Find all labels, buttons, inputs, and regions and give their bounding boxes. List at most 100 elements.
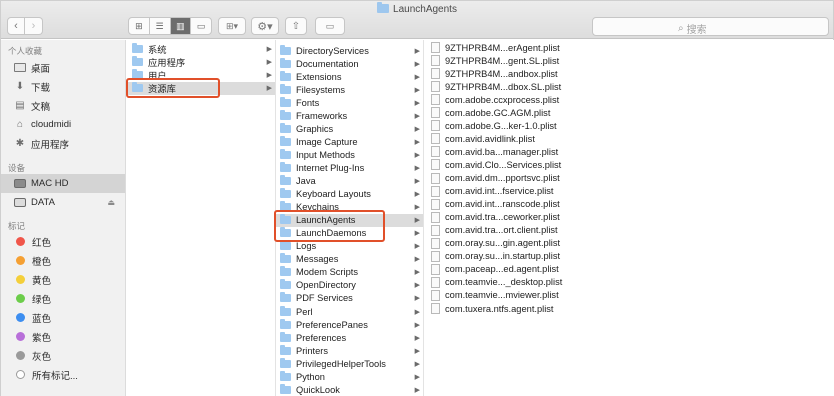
column-item[interactable]: Frameworks ▶ bbox=[276, 109, 423, 122]
column-item[interactable]: Modem Scripts ▶ bbox=[276, 266, 423, 279]
file-item[interactable]: com.paceap...ed.agent.plist bbox=[424, 263, 604, 276]
column-item[interactable]: Input Methods ▶ bbox=[276, 148, 423, 161]
column-item[interactable]: DirectoryServices ▶ bbox=[276, 44, 423, 57]
file-item[interactable]: com.avid.avidlink.plist bbox=[424, 132, 604, 145]
file-item[interactable]: 9ZTHPRB4M...gent.SL.plist bbox=[424, 54, 604, 67]
plist-file-icon bbox=[431, 185, 440, 197]
file-item[interactable]: com.avid.tra...ort.client.plist bbox=[424, 224, 604, 237]
sidebar-item-downloads[interactable]: ⬇ 下载 bbox=[1, 77, 125, 96]
disclosure-arrow-icon: ▶ bbox=[414, 125, 420, 133]
file-item[interactable]: com.adobe.G...ker-1.0.plist bbox=[424, 119, 604, 132]
column-item[interactable]: Graphics ▶ bbox=[276, 122, 423, 135]
sidebar: 个人收藏 桌面 ⬇ 下载 ▤ 文稿 ⌂ cloudmidi ✱ 应用程序 设备 … bbox=[1, 40, 126, 396]
tag-button[interactable]: ▭ bbox=[315, 17, 345, 35]
column-item[interactable]: Keyboard Layouts ▶ bbox=[276, 188, 423, 201]
gray-tag-icon bbox=[16, 351, 25, 360]
sidebar-tag-orange[interactable]: 橙色 bbox=[1, 251, 125, 270]
file-item[interactable]: com.teamvie...mviewer.plist bbox=[424, 289, 604, 302]
column-item[interactable]: 应用程序 ▶ bbox=[126, 55, 275, 68]
gallery-view-button[interactable]: ▭ bbox=[191, 18, 211, 34]
file-item[interactable]: com.teamvie..._desktop.plist bbox=[424, 276, 604, 289]
column-item[interactable]: QuickLook ▶ bbox=[276, 383, 423, 396]
file-item[interactable]: com.oray.su...in.startup.plist bbox=[424, 250, 604, 263]
search-input[interactable]: ⌕ 搜索 bbox=[592, 17, 829, 36]
file-item[interactable]: 9ZTHPRB4M...erAgent.plist bbox=[424, 41, 604, 54]
sidebar-item-label: DATA bbox=[31, 197, 55, 208]
applications-icon: ✱ bbox=[15, 138, 25, 149]
sidebar-item-label: cloudmidi bbox=[31, 119, 72, 130]
folder-icon bbox=[280, 370, 291, 381]
file-item[interactable]: com.adobe.ccxprocess.plist bbox=[424, 93, 604, 106]
folder-icon bbox=[132, 55, 143, 66]
column-item[interactable]: Extensions ▶ bbox=[276, 70, 423, 83]
column-item[interactable]: Preferences ▶ bbox=[276, 331, 423, 344]
sidebar-tag-yellow[interactable]: 黄色 bbox=[1, 270, 125, 289]
column-item[interactable]: Internet Plug-Ins ▶ bbox=[276, 161, 423, 174]
column-item[interactable]: Perl ▶ bbox=[276, 305, 423, 318]
file-item[interactable]: 9ZTHPRB4M...andbox.plist bbox=[424, 67, 604, 80]
column-item-label: Preferences bbox=[296, 332, 347, 343]
column-item[interactable]: Python ▶ bbox=[276, 370, 423, 383]
file-item[interactable]: com.tuxera.ntfs.agent.plist bbox=[424, 302, 604, 315]
disk-icon bbox=[14, 197, 26, 208]
sidebar-tag-gray[interactable]: 灰色 bbox=[1, 346, 125, 365]
sidebar-item-cloudmidi[interactable]: ⌂ cloudmidi bbox=[1, 115, 125, 134]
column-item[interactable]: Fonts ▶ bbox=[276, 96, 423, 109]
sidebar-item-label: MAC HD bbox=[31, 178, 69, 189]
sidebar-tag-red[interactable]: 红色 bbox=[1, 232, 125, 251]
column-item[interactable]: Documentation ▶ bbox=[276, 57, 423, 70]
disclosure-arrow-icon: ▶ bbox=[414, 99, 420, 107]
sidebar-item-label: 紫色 bbox=[32, 332, 52, 344]
sidebar-item-desktop[interactable]: 桌面 bbox=[1, 58, 125, 77]
sidebar-tag-blue[interactable]: 蓝色 bbox=[1, 308, 125, 327]
disclosure-arrow-icon: ▶ bbox=[414, 243, 420, 251]
file-item[interactable]: com.adobe.GC.AGM.plist bbox=[424, 106, 604, 119]
folder-icon bbox=[280, 175, 291, 185]
folder-icon bbox=[280, 292, 291, 303]
column-item[interactable]: PreferencePanes ▶ bbox=[276, 318, 423, 331]
column-view-button[interactable]: ▥ bbox=[170, 18, 192, 34]
sidebar-all-tags[interactable]: 所有标记... bbox=[1, 365, 125, 384]
sidebar-item-documents[interactable]: ▤ 文稿 bbox=[1, 96, 125, 115]
file-item[interactable]: com.avid.dm...pportsvc.plist bbox=[424, 172, 604, 185]
column-item[interactable]: PDF Services ▶ bbox=[276, 292, 423, 305]
eject-icon[interactable]: ⏏ bbox=[107, 198, 115, 207]
file-item[interactable]: 9ZTHPRB4M...dbox.SL.plist bbox=[424, 80, 604, 93]
sidebar-tag-green[interactable]: 绿色 bbox=[1, 289, 125, 308]
list-view-button[interactable]: ☰ bbox=[150, 18, 171, 34]
column-item[interactable]: OpenDirectory ▶ bbox=[276, 279, 423, 292]
icon-view-button[interactable]: ⊞ bbox=[129, 18, 150, 34]
file-item[interactable]: com.avid.int...ranscode.plist bbox=[424, 198, 604, 211]
sidebar-item-applications[interactable]: ✱ 应用程序 bbox=[1, 134, 125, 153]
sidebar-item-mac-hd[interactable]: MAC HD bbox=[1, 174, 125, 193]
plist-file-icon bbox=[431, 107, 440, 119]
column-item[interactable]: Filesystems ▶ bbox=[276, 83, 423, 96]
sidebar-item-data[interactable]: DATA ⏏ bbox=[1, 193, 125, 212]
search-icon: ⌕ bbox=[678, 23, 684, 34]
arrange-button[interactable]: ⊞▾ bbox=[218, 17, 246, 35]
green-tag-icon bbox=[16, 294, 25, 303]
file-item[interactable]: com.avid.ba...manager.plist bbox=[424, 145, 604, 158]
file-item[interactable]: com.avid.int...fservice.plist bbox=[424, 185, 604, 198]
column-item[interactable]: PrivilegedHelperTools ▶ bbox=[276, 357, 423, 370]
disclosure-arrow-icon: ▶ bbox=[414, 60, 420, 68]
share-button[interactable]: ⇧ bbox=[285, 17, 307, 35]
action-button[interactable]: ⚙▾ bbox=[251, 17, 279, 35]
sidebar-tag-purple[interactable]: 紫色 bbox=[1, 327, 125, 346]
column-item[interactable]: Image Capture ▶ bbox=[276, 135, 423, 148]
column-item[interactable]: Printers ▶ bbox=[276, 344, 423, 357]
column-item[interactable]: 系统 ▶ bbox=[126, 42, 275, 55]
folder-icon bbox=[280, 96, 291, 107]
file-item[interactable]: com.avid.tra...ceworker.plist bbox=[424, 211, 604, 224]
sidebar-item-label: 文稿 bbox=[31, 101, 51, 113]
chevron-left-icon: ‹ bbox=[14, 20, 18, 32]
file-item-label: com.paceap...ed.agent.plist bbox=[445, 264, 559, 275]
file-item[interactable]: com.avid.Clo...Services.plist bbox=[424, 158, 604, 171]
folder-icon bbox=[280, 240, 291, 251]
plist-file-icon bbox=[431, 146, 440, 158]
file-item[interactable]: com.oray.su...gin.agent.plist bbox=[424, 237, 604, 250]
column-item[interactable]: Java ▶ bbox=[276, 175, 423, 188]
back-button[interactable]: ‹ bbox=[7, 17, 25, 35]
column-item[interactable]: Messages ▶ bbox=[276, 253, 423, 266]
forward-button[interactable]: › bbox=[25, 17, 43, 35]
